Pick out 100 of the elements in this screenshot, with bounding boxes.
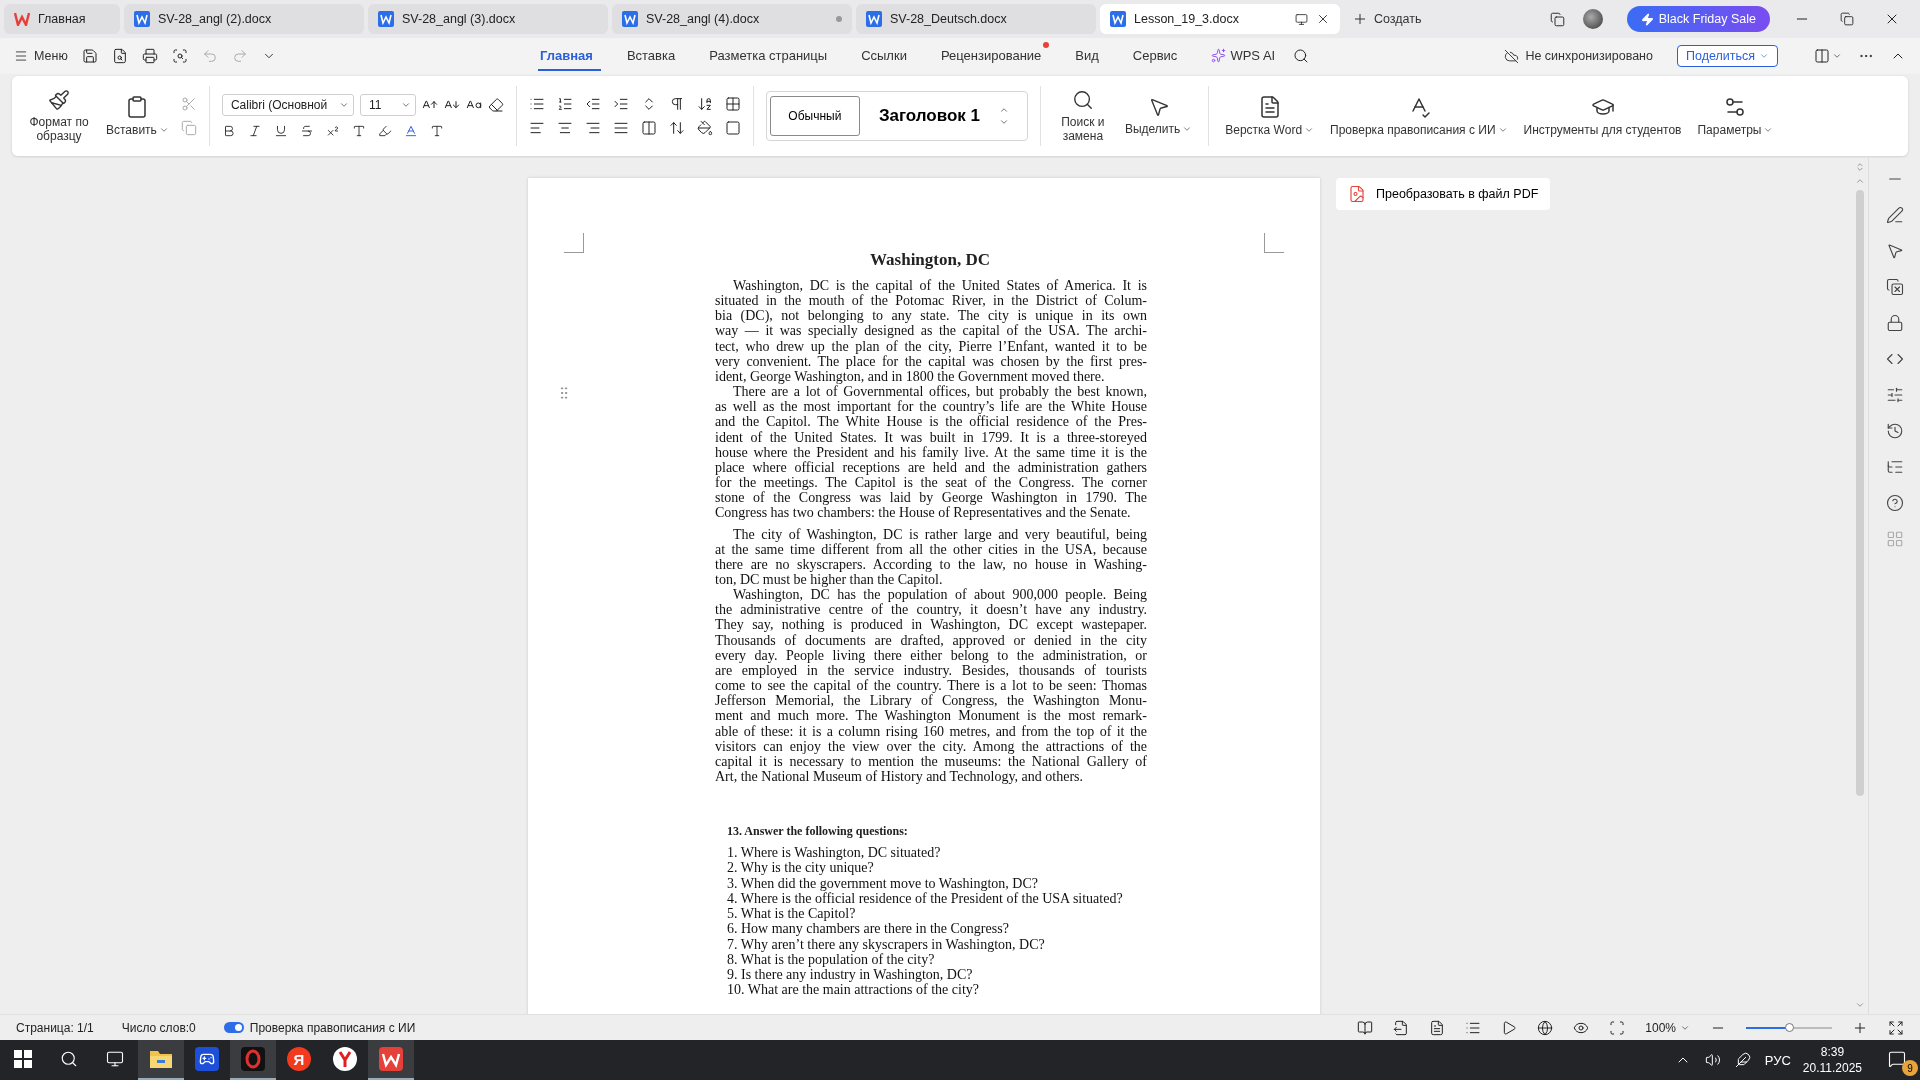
- taskbar-app[interactable]: [230, 1040, 276, 1080]
- pen-icon[interactable]: [1734, 1052, 1751, 1068]
- layout-icon[interactable]: [1814, 48, 1830, 64]
- ribbon-tab[interactable]: Вставка: [624, 41, 684, 71]
- scrollbar-thumb[interactable]: [1856, 190, 1864, 796]
- underline-icon[interactable]: [273, 124, 288, 138]
- ribbon-tab[interactable]: Вид: [1073, 41, 1107, 71]
- ribbon-tab[interactable]: WPS AI: [1209, 41, 1284, 71]
- convert-pdf-button[interactable]: Преобразовать в файл PDF: [1336, 178, 1551, 210]
- scroll-down-icon[interactable]: [999, 117, 1010, 127]
- sync-status[interactable]: Не синхронизировано: [1496, 44, 1661, 68]
- history-icon[interactable]: [1885, 422, 1904, 440]
- export-icon[interactable]: [1393, 1019, 1410, 1036]
- paint-bucket-icon[interactable]: [696, 120, 713, 136]
- outdent-icon[interactable]: [584, 96, 601, 112]
- file-search-icon[interactable]: [111, 48, 128, 64]
- ribbon-tab[interactable]: Ссылки: [859, 41, 915, 71]
- ribbon-tool-button[interactable]: Инструменты для студентов: [1519, 92, 1686, 140]
- superscript-icon[interactable]: [325, 124, 340, 138]
- align-center-icon[interactable]: [556, 120, 573, 136]
- task-view-icon[interactable]: [106, 1050, 124, 1068]
- word-count: Число слов:0: [121, 1020, 196, 1035]
- document-icon: [622, 11, 638, 27]
- play-icon[interactable]: [1501, 1019, 1518, 1036]
- font-select[interactable]: Calibri (Основной: [221, 94, 354, 116]
- bullets-icon[interactable]: [528, 96, 545, 112]
- highlighter-icon[interactable]: [377, 124, 392, 138]
- search-icon[interactable]: [1293, 48, 1310, 64]
- print-icon[interactable]: [141, 48, 158, 64]
- justify-icon[interactable]: [612, 120, 629, 136]
- ribbon-tab[interactable]: Главная: [538, 41, 601, 71]
- restore-icon[interactable]: [1840, 12, 1854, 26]
- copy-remove-icon[interactable]: [1885, 278, 1904, 296]
- print-preview-icon[interactable]: [171, 48, 188, 64]
- line-spacing-icon[interactable]: [668, 120, 685, 136]
- search-icon[interactable]: [60, 1050, 78, 1068]
- document-tab[interactable]: SV-28_angl (3).docx: [368, 4, 608, 34]
- style-option[interactable]: Обычный: [769, 96, 860, 136]
- clear-format-icon[interactable]: [487, 97, 504, 113]
- ribbon-tab[interactable]: Разметка страницы: [707, 41, 836, 71]
- ribbon-tool-button[interactable]: Параметры: [1693, 92, 1778, 140]
- sort-icon[interactable]: [696, 96, 713, 112]
- lock-icon[interactable]: [1885, 314, 1904, 332]
- windows-icon[interactable]: [1549, 11, 1565, 27]
- align-right-icon[interactable]: [584, 120, 601, 136]
- sliders-icon[interactable]: [1885, 386, 1904, 404]
- document-tab[interactable]: SV-28_angl (2).docx: [124, 4, 364, 34]
- document-tab[interactable]: Lesson_19_3.docx: [1100, 4, 1340, 34]
- help-icon[interactable]: [1885, 494, 1904, 512]
- spellcheck-toggle[interactable]: [223, 1022, 244, 1033]
- distributed-icon[interactable]: [640, 120, 657, 136]
- avatar[interactable]: [1582, 9, 1603, 29]
- shading-icon[interactable]: [429, 124, 444, 138]
- select-button[interactable]: Выделить: [1120, 93, 1197, 139]
- taskbar-app[interactable]: [138, 1040, 184, 1080]
- taskbar-app[interactable]: Я: [276, 1040, 322, 1080]
- indent-icon[interactable]: [612, 96, 629, 112]
- ribbon-tool-button[interactable]: Проверка правописания с ИИ: [1326, 92, 1512, 140]
- page-view-icon[interactable]: [1429, 1019, 1446, 1036]
- reading-icon[interactable]: [1357, 1019, 1374, 1036]
- notification-icon[interactable]: [1888, 1050, 1906, 1068]
- font-color-icon[interactable]: [403, 124, 418, 138]
- text-effect-icon[interactable]: [351, 124, 366, 138]
- ribbon-tab[interactable]: Сервис: [1130, 41, 1186, 71]
- find-replace-button[interactable]: Поиск и замена: [1052, 86, 1113, 146]
- web-view-icon[interactable]: [1537, 1019, 1554, 1036]
- new-tab-button[interactable]: Создать: [1344, 7, 1430, 31]
- share-button[interactable]: Поделиться: [1676, 45, 1778, 67]
- promo-button[interactable]: Black Friday Sale: [1626, 6, 1770, 32]
- ribbon-tool-button[interactable]: Верстка Word: [1221, 92, 1319, 140]
- plus-icon: [1352, 11, 1368, 27]
- font-size-select[interactable]: 11: [359, 94, 416, 116]
- language-indicator[interactable]: РУС: [1764, 1052, 1791, 1068]
- volume-icon[interactable]: [1704, 1052, 1721, 1068]
- table-icon[interactable]: [724, 96, 741, 112]
- scroll-up-icon[interactable]: [999, 105, 1010, 115]
- ribbon-tab[interactable]: Рецензирование: [938, 41, 1050, 71]
- outline-icon[interactable]: [1885, 458, 1904, 476]
- paste-button[interactable]: Вставить: [102, 92, 173, 140]
- pointer-icon[interactable]: [1885, 242, 1904, 260]
- clock[interactable]: 8:39 20.11.2025: [1802, 1044, 1862, 1076]
- borders-icon[interactable]: [724, 120, 741, 136]
- align-left-icon[interactable]: [528, 120, 545, 136]
- fit-icon[interactable]: [1609, 1019, 1626, 1036]
- pen-icon[interactable]: [1885, 206, 1904, 224]
- strikethrough-icon[interactable]: [299, 124, 314, 138]
- format-painter-button[interactable]: Формат по образцу: [24, 86, 94, 146]
- taskbar-app[interactable]: [368, 1040, 414, 1080]
- fullscreen-icon[interactable]: [1888, 1019, 1904, 1036]
- close-icon[interactable]: [1316, 12, 1330, 26]
- window-icon[interactable]: [1295, 12, 1308, 26]
- zoom-slider[interactable]: [1746, 1026, 1832, 1029]
- numbering-icon[interactable]: [556, 96, 573, 112]
- document-tab[interactable]: SV-28_angl (4).docx: [612, 4, 852, 34]
- zoom-level[interactable]: 100%: [1645, 1020, 1690, 1035]
- save-icon[interactable]: [81, 48, 98, 64]
- italic-icon[interactable]: [247, 124, 262, 138]
- menu-button[interactable]: Меню: [14, 49, 68, 63]
- document-tab[interactable]: Главная: [4, 4, 120, 34]
- document-tab[interactable]: SV-28_Deutsch.docx: [856, 4, 1096, 34]
